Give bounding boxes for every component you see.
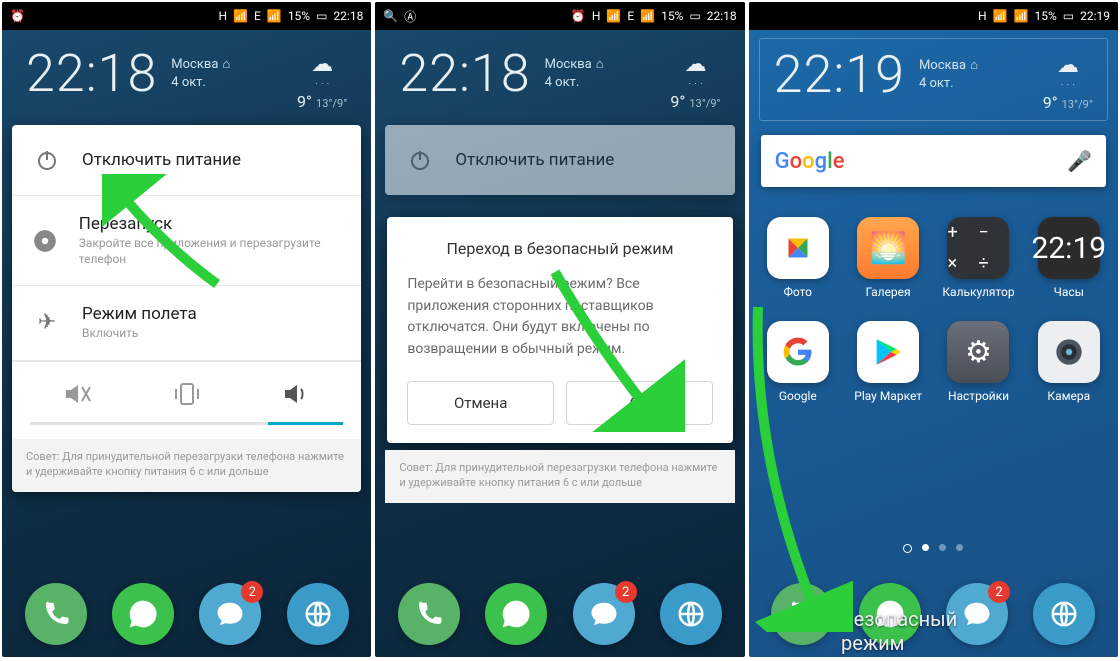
safemode-dialog: Переход в безопасный режим Перейти в без… [387,217,732,443]
battery-icon: ▭ [1063,9,1074,23]
status-bar: 🔍 Ⓐ ⏰ H 📶 E 📶 15% ▭ 22:18 [375,2,744,30]
dock-browser[interactable] [1033,583,1095,645]
signal-icon: 📶 [606,9,621,23]
dialog-title: Переход в безопасный режим [407,239,712,258]
signal-icon: 📶 [640,9,655,23]
dock: 2 [2,583,371,645]
home-icon: ⌂ [222,56,230,74]
signal-icon: 📶 [993,9,1008,23]
app-photos[interactable]: Фото [753,217,843,299]
net-type-icon: E [254,9,261,23]
app-settings[interactable]: ⚙Настройки [933,321,1023,403]
volume-slider[interactable] [30,422,343,425]
pager-home-icon [903,544,912,553]
airplane-icon: ✈ [30,306,64,340]
dock: 2 [375,583,744,645]
safemode-label: Безопасный режим [841,607,1026,655]
mute-icon[interactable] [52,376,102,412]
dock-whatsapp[interactable] [485,583,547,645]
power-menu: Отключить питание Перезапуск Закройте вс… [12,125,361,492]
app-play-store[interactable]: Play Маркет [843,321,933,403]
app-clock[interactable]: 22:19 Часы [1024,217,1114,299]
net-type-icon: H [219,9,228,23]
clock-weather: ☁ ˑ ˑ ˑ 9°13°/9° [297,48,347,111]
dock-phone[interactable] [398,583,460,645]
dock-phone[interactable] [771,583,833,645]
restart-icon [30,224,61,258]
app-google[interactable]: Google [753,321,843,403]
restart-item[interactable]: Перезапуск Закройте все приложения и пер… [12,196,361,286]
dock-messages[interactable]: 2 [573,583,635,645]
sound-icon[interactable] [271,376,321,412]
pager-dot [939,544,946,551]
airplane-item[interactable]: ✈ Режим полета Включить [12,286,361,361]
dock-browser[interactable] [660,583,722,645]
battery-icon: ▭ [689,9,700,23]
power-menu-tip: Совет: Для принудительной перезагрузки т… [12,439,361,492]
app-grid: Фото 🌅Галерея +−×÷ Калькулятор 22:19 Час… [753,217,1114,403]
vibrate-icon[interactable] [162,376,212,412]
power-icon [30,143,64,177]
clock-time: 22:18 [26,48,157,111]
dock-phone[interactable] [25,583,87,645]
status-bar: ⏰ H 📶 E 📶 15% ▭ 22:18 [2,2,371,30]
a-icon: Ⓐ [404,8,416,25]
app-calculator[interactable]: +−×÷ Калькулятор [933,217,1023,299]
page-indicator[interactable] [749,544,1118,553]
google-logo: Google [775,149,845,174]
pager-dot [956,544,963,551]
dialog-cancel-button[interactable]: Отмена [407,381,554,425]
signal-icon: 📶 [267,9,282,23]
signal-icon: 📶 [233,9,248,23]
clock-widget[interactable]: 22:19 Москва ⌂ 4 окт. ☁ˑ ˑ ˑ 9°13°/9° [759,38,1108,121]
app-gallery[interactable]: 🌅Галерея [843,217,933,299]
app-camera[interactable]: Камера [1024,321,1114,403]
screen-1-power-menu: ⏰ H 📶 E 📶 15% ▭ 22:18 22:18 Москва ⌂ 4 о… [2,2,371,657]
power-menu-dimmed: Отключить питание [385,125,734,195]
screen-3-homescreen: H 📶 📶 15% ▭ 22:19 22:19 Москва ⌂ 4 окт. … [749,2,1118,657]
dock-messages[interactable]: 2 [199,583,261,645]
power-off-item[interactable]: Отключить питание [12,125,361,196]
signal-icon: 📶 [1014,9,1029,23]
dialog-body: Перейти в безопасный режим? Все приложен… [407,274,712,361]
status-bar: H 📶 📶 15% ▭ 22:19 [749,2,1118,30]
clock-widget[interactable]: 22:18 Москва ⌂ 4 окт. ☁ˑ ˑ ˑ 9°13°/9° [385,38,734,119]
google-search-bar[interactable]: Google 🎤 [761,135,1106,187]
dock-messages-badge: 2 [241,581,263,603]
alarm-icon: ⏰ [10,9,25,23]
cloud-icon: ☁ [297,52,347,77]
dialog-ok-button[interactable]: OK [566,381,713,425]
status-time: 22:18 [333,9,363,23]
sound-mode-row [12,361,361,422]
alarm-icon: ⏰ [571,9,586,23]
clock-info: Москва ⌂ 4 окт. [171,48,230,111]
search-icon: 🔍 [383,9,398,23]
power-menu-tip: Совет: Для принудительной перезагрузки т… [385,450,734,503]
battery-icon: ▭ [316,9,327,23]
pager-dot [922,544,929,551]
screen-2-safemode-dialog: 🔍 Ⓐ ⏰ H 📶 E 📶 15% ▭ 22:18 22:18 Москва ⌂… [375,2,744,657]
clock-widget[interactable]: 22:18 Москва ⌂ 4 окт. ☁ ˑ ˑ ˑ 9°13°/9° [12,38,361,119]
dock-whatsapp[interactable] [112,583,174,645]
battery-pct: 15% [288,9,310,23]
mic-icon[interactable]: 🎤 [1067,149,1092,173]
dock-browser[interactable] [287,583,349,645]
